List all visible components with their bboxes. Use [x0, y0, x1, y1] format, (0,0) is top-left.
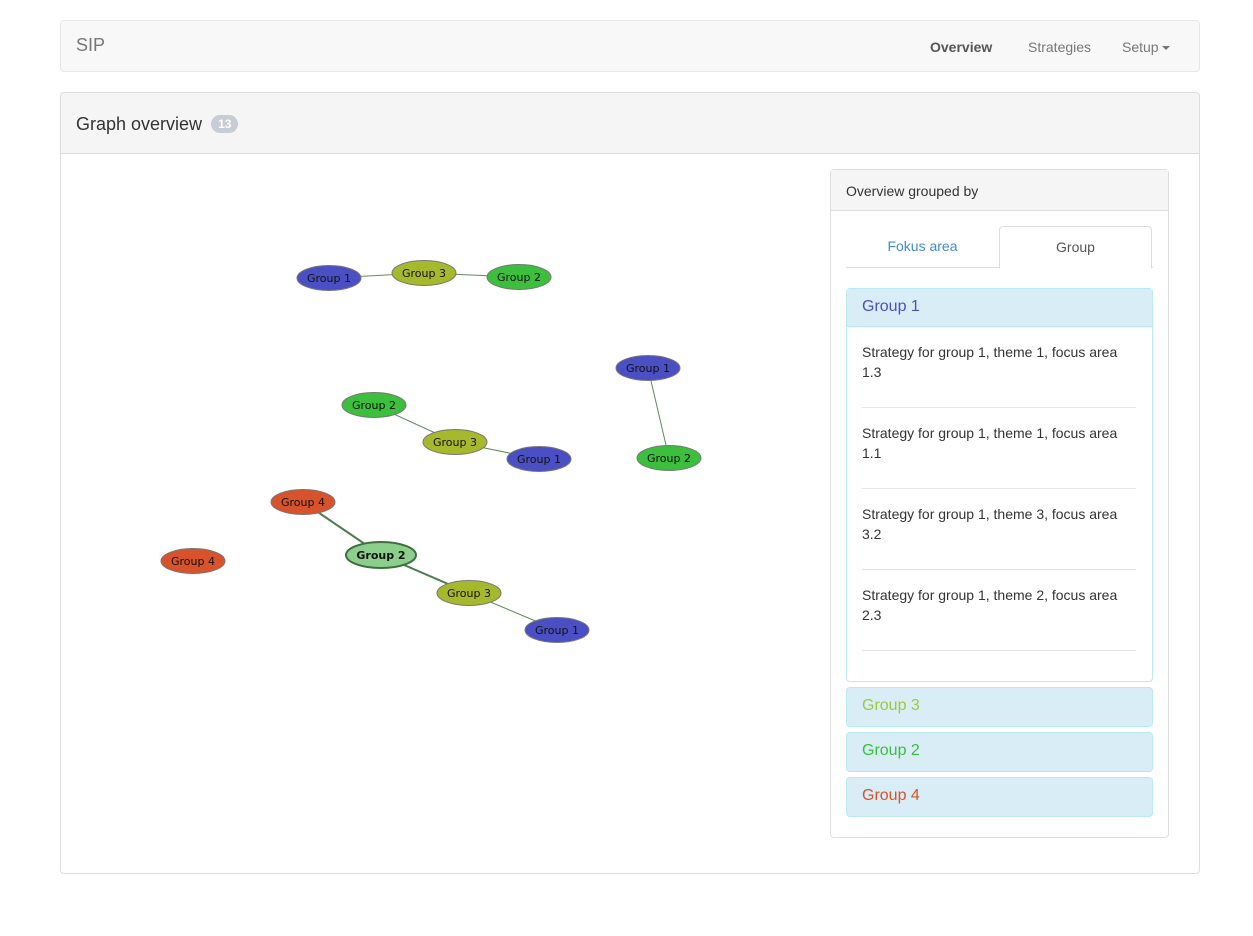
strategy-item[interactable]: Strategy for group 1, theme 1, focus are…: [862, 408, 1136, 489]
graph-node[interactable]: Group 1: [615, 355, 681, 381]
graph-node-label: Group 1: [517, 453, 561, 466]
graph-node-label: Group 3: [447, 587, 491, 600]
graph-node-label: Group 2: [497, 271, 541, 284]
tab-group[interactable]: Group: [999, 226, 1152, 269]
graph-node[interactable]: Group 4: [160, 548, 226, 574]
nav-setup-dropdown[interactable]: Setup: [1122, 39, 1170, 55]
graph-overview-panel: Graph overview 13 Group 1 Group 3 Group 2G…: [60, 92, 1200, 874]
caret-down-icon: [1161, 46, 1170, 51]
graph-node-label: Group 3: [402, 267, 446, 280]
graph-node[interactable]: Group 2: [345, 541, 417, 569]
accordion-group-1: Group 1 Strategy for group 1, theme 1, f…: [846, 288, 1153, 682]
strategy-item[interactable]: Strategy for group 1, theme 3, focus are…: [862, 489, 1136, 570]
graph-node-label: Group 4: [281, 496, 325, 509]
grouped-overview-heading: Overview grouped by: [831, 170, 1168, 211]
graph-edge: [647, 367, 670, 459]
grouped-overview-panel: Overview grouped by Fokus area Group Gro…: [830, 169, 1169, 838]
group-by-tabs: Fokus area Group: [846, 226, 1153, 269]
graph-node-label: Group 2: [647, 452, 691, 465]
accordion-group-4-title[interactable]: Group 4: [862, 787, 920, 805]
nav-strategies[interactable]: Strategies: [1028, 39, 1091, 55]
accordion-group-3-title[interactable]: Group 3: [862, 697, 920, 715]
strategy-item[interactable]: Strategy for group 1, theme 1, focus are…: [862, 327, 1136, 408]
graph-node[interactable]: Group 4: [270, 489, 336, 515]
graph-node[interactable]: Group 1: [296, 265, 362, 291]
graph-node[interactable]: Group 3: [391, 260, 457, 286]
graph-node-label: Group 3: [433, 436, 477, 449]
graph-node[interactable]: Group 2: [341, 392, 407, 418]
graph-node[interactable]: Group 2: [486, 264, 552, 290]
nav-overview[interactable]: Overview: [930, 39, 992, 55]
graph-node[interactable]: Group 2: [636, 445, 702, 471]
graph-node[interactable]: Group 3: [436, 580, 502, 606]
accordion-group-2-title[interactable]: Group 2: [862, 742, 920, 760]
strategy-item[interactable]: Strategy for group 1, theme 2, focus are…: [862, 570, 1136, 651]
grouped-overview-title: Overview grouped by: [846, 183, 979, 199]
navbar: SIP Overview Strategies Setup: [60, 20, 1200, 72]
tab-fokus-area[interactable]: Fokus area: [846, 226, 999, 268]
accordion-group-1-header[interactable]: Group 1: [847, 289, 1152, 327]
graph-node-label: Group 2: [352, 399, 396, 412]
graph-node[interactable]: Group 1: [506, 446, 572, 472]
graph-node-label: Group 2: [356, 549, 405, 562]
accordion-group-3[interactable]: Group 3: [846, 687, 1153, 727]
graph-node-label: Group 4: [171, 555, 215, 568]
brand-logo[interactable]: SIP: [76, 35, 105, 56]
accordion-group-4[interactable]: Group 4: [846, 777, 1153, 817]
graph-node-label: Group 1: [626, 362, 670, 375]
accordion-group-1-title[interactable]: Group 1: [862, 298, 920, 316]
graph-node[interactable]: Group 3: [422, 429, 488, 455]
graph-node-label: Group 1: [307, 272, 351, 285]
graph-node[interactable]: Group 1: [524, 617, 590, 643]
accordion-group-2[interactable]: Group 2: [846, 732, 1153, 772]
nav-setup-label: Setup: [1122, 39, 1159, 55]
network-graph[interactable]: Group 1 Group 3 Group 2 Group 1 Group 2 Group…: [61, 93, 821, 793]
graph-node-label: Group 1: [535, 624, 579, 637]
